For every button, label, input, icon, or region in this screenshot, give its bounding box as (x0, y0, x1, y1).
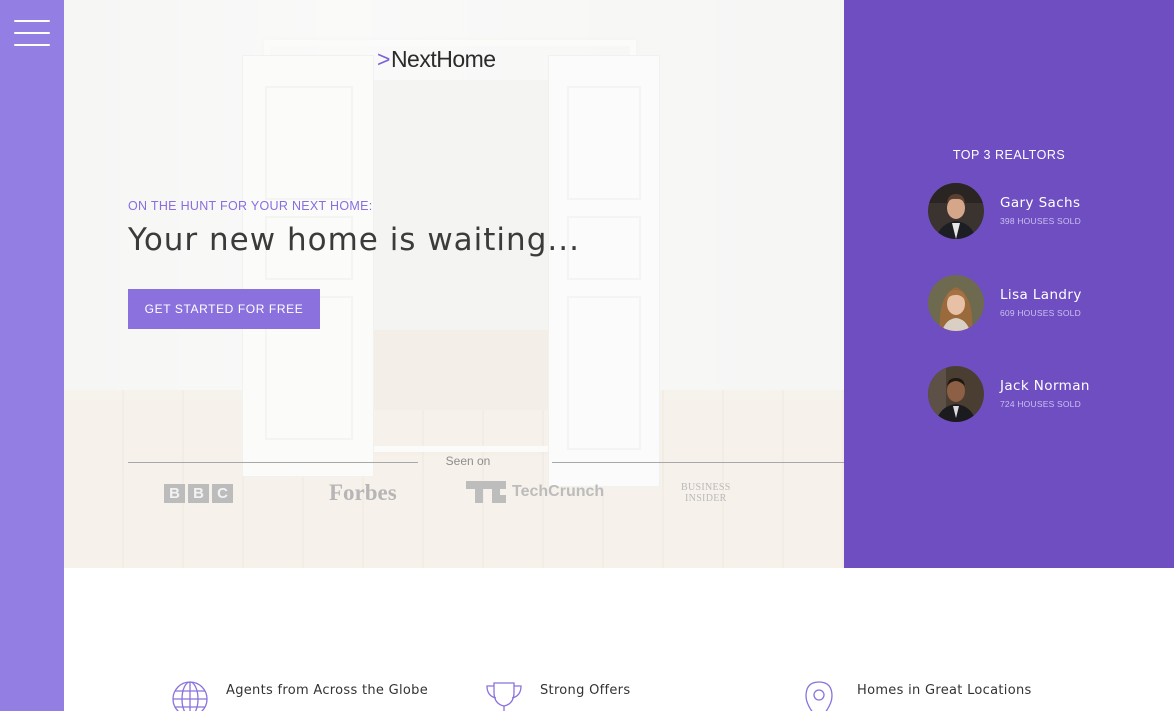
realtor-houses-sold: 398 HOUSES SOLD (1000, 216, 1081, 226)
top-realtors-panel: TOP 3 REALTORS Gary Sachs 398 HOUSES SOL… (844, 0, 1174, 568)
realtor-card[interactable]: Lisa Landry 609 HOUSES SOLD (928, 275, 1168, 331)
forbes-logo: Forbes (329, 480, 397, 505)
brand-arrow: > (377, 46, 390, 72)
brand-name: NextHome (390, 46, 496, 72)
get-started-button[interactable]: GET STARTED FOR FREE (128, 289, 320, 329)
landing-page: >NextHome ON THE HUNT FOR YOUR NEXT HOME… (0, 0, 1174, 711)
features-section: Agents from Across the Globe Strong Offe… (64, 568, 1174, 711)
realtor-houses-sold: 609 HOUSES SOLD (1000, 308, 1081, 318)
trophy-icon (484, 680, 524, 711)
business-insider-logo: BUSINESS INSIDER (681, 482, 731, 504)
brand-logo[interactable]: >NextHome (377, 46, 496, 73)
realtor-name: Jack Norman (1000, 378, 1090, 394)
seen-on-line-left (128, 462, 418, 463)
hero-section: >NextHome ON THE HUNT FOR YOUR NEXT HOME… (64, 0, 844, 568)
seen-on-line-right (552, 462, 844, 463)
realtor-name: Gary Sachs (1000, 195, 1081, 211)
techcrunch-logo: TechCrunch (466, 481, 604, 503)
globe-icon (170, 680, 210, 711)
avatar (928, 183, 984, 239)
feature-label: Strong Offers (540, 683, 631, 698)
realtor-card[interactable]: Jack Norman 724 HOUSES SOLD (928, 366, 1168, 422)
seen-on-divider: Seen on (128, 454, 844, 470)
left-sidebar (0, 0, 64, 711)
top-realtors-title: TOP 3 REALTORS (952, 148, 1066, 162)
techcrunch-wordmark: TechCrunch (512, 483, 605, 500)
realtor-houses-sold: 724 HOUSES SOLD (1000, 399, 1081, 409)
hamburger-menu-icon[interactable] (14, 20, 50, 50)
seen-on-label: Seen on (445, 454, 491, 468)
avatar (928, 275, 984, 331)
hero-headline: Your new home is waiting... (128, 222, 580, 258)
techcrunch-icon (466, 481, 506, 503)
feature-label: Agents from Across the Globe (226, 683, 429, 698)
realtor-name: Lisa Landry (1000, 287, 1082, 303)
hero-kicker: ON THE HUNT FOR YOUR NEXT HOME: (128, 199, 373, 213)
location-pin-icon (801, 680, 837, 711)
realtor-card[interactable]: Gary Sachs 398 HOUSES SOLD (928, 183, 1168, 239)
feature-label: Homes in Great Locations (857, 683, 1032, 698)
bbc-logo: BBC (164, 484, 233, 503)
avatar (928, 366, 984, 422)
